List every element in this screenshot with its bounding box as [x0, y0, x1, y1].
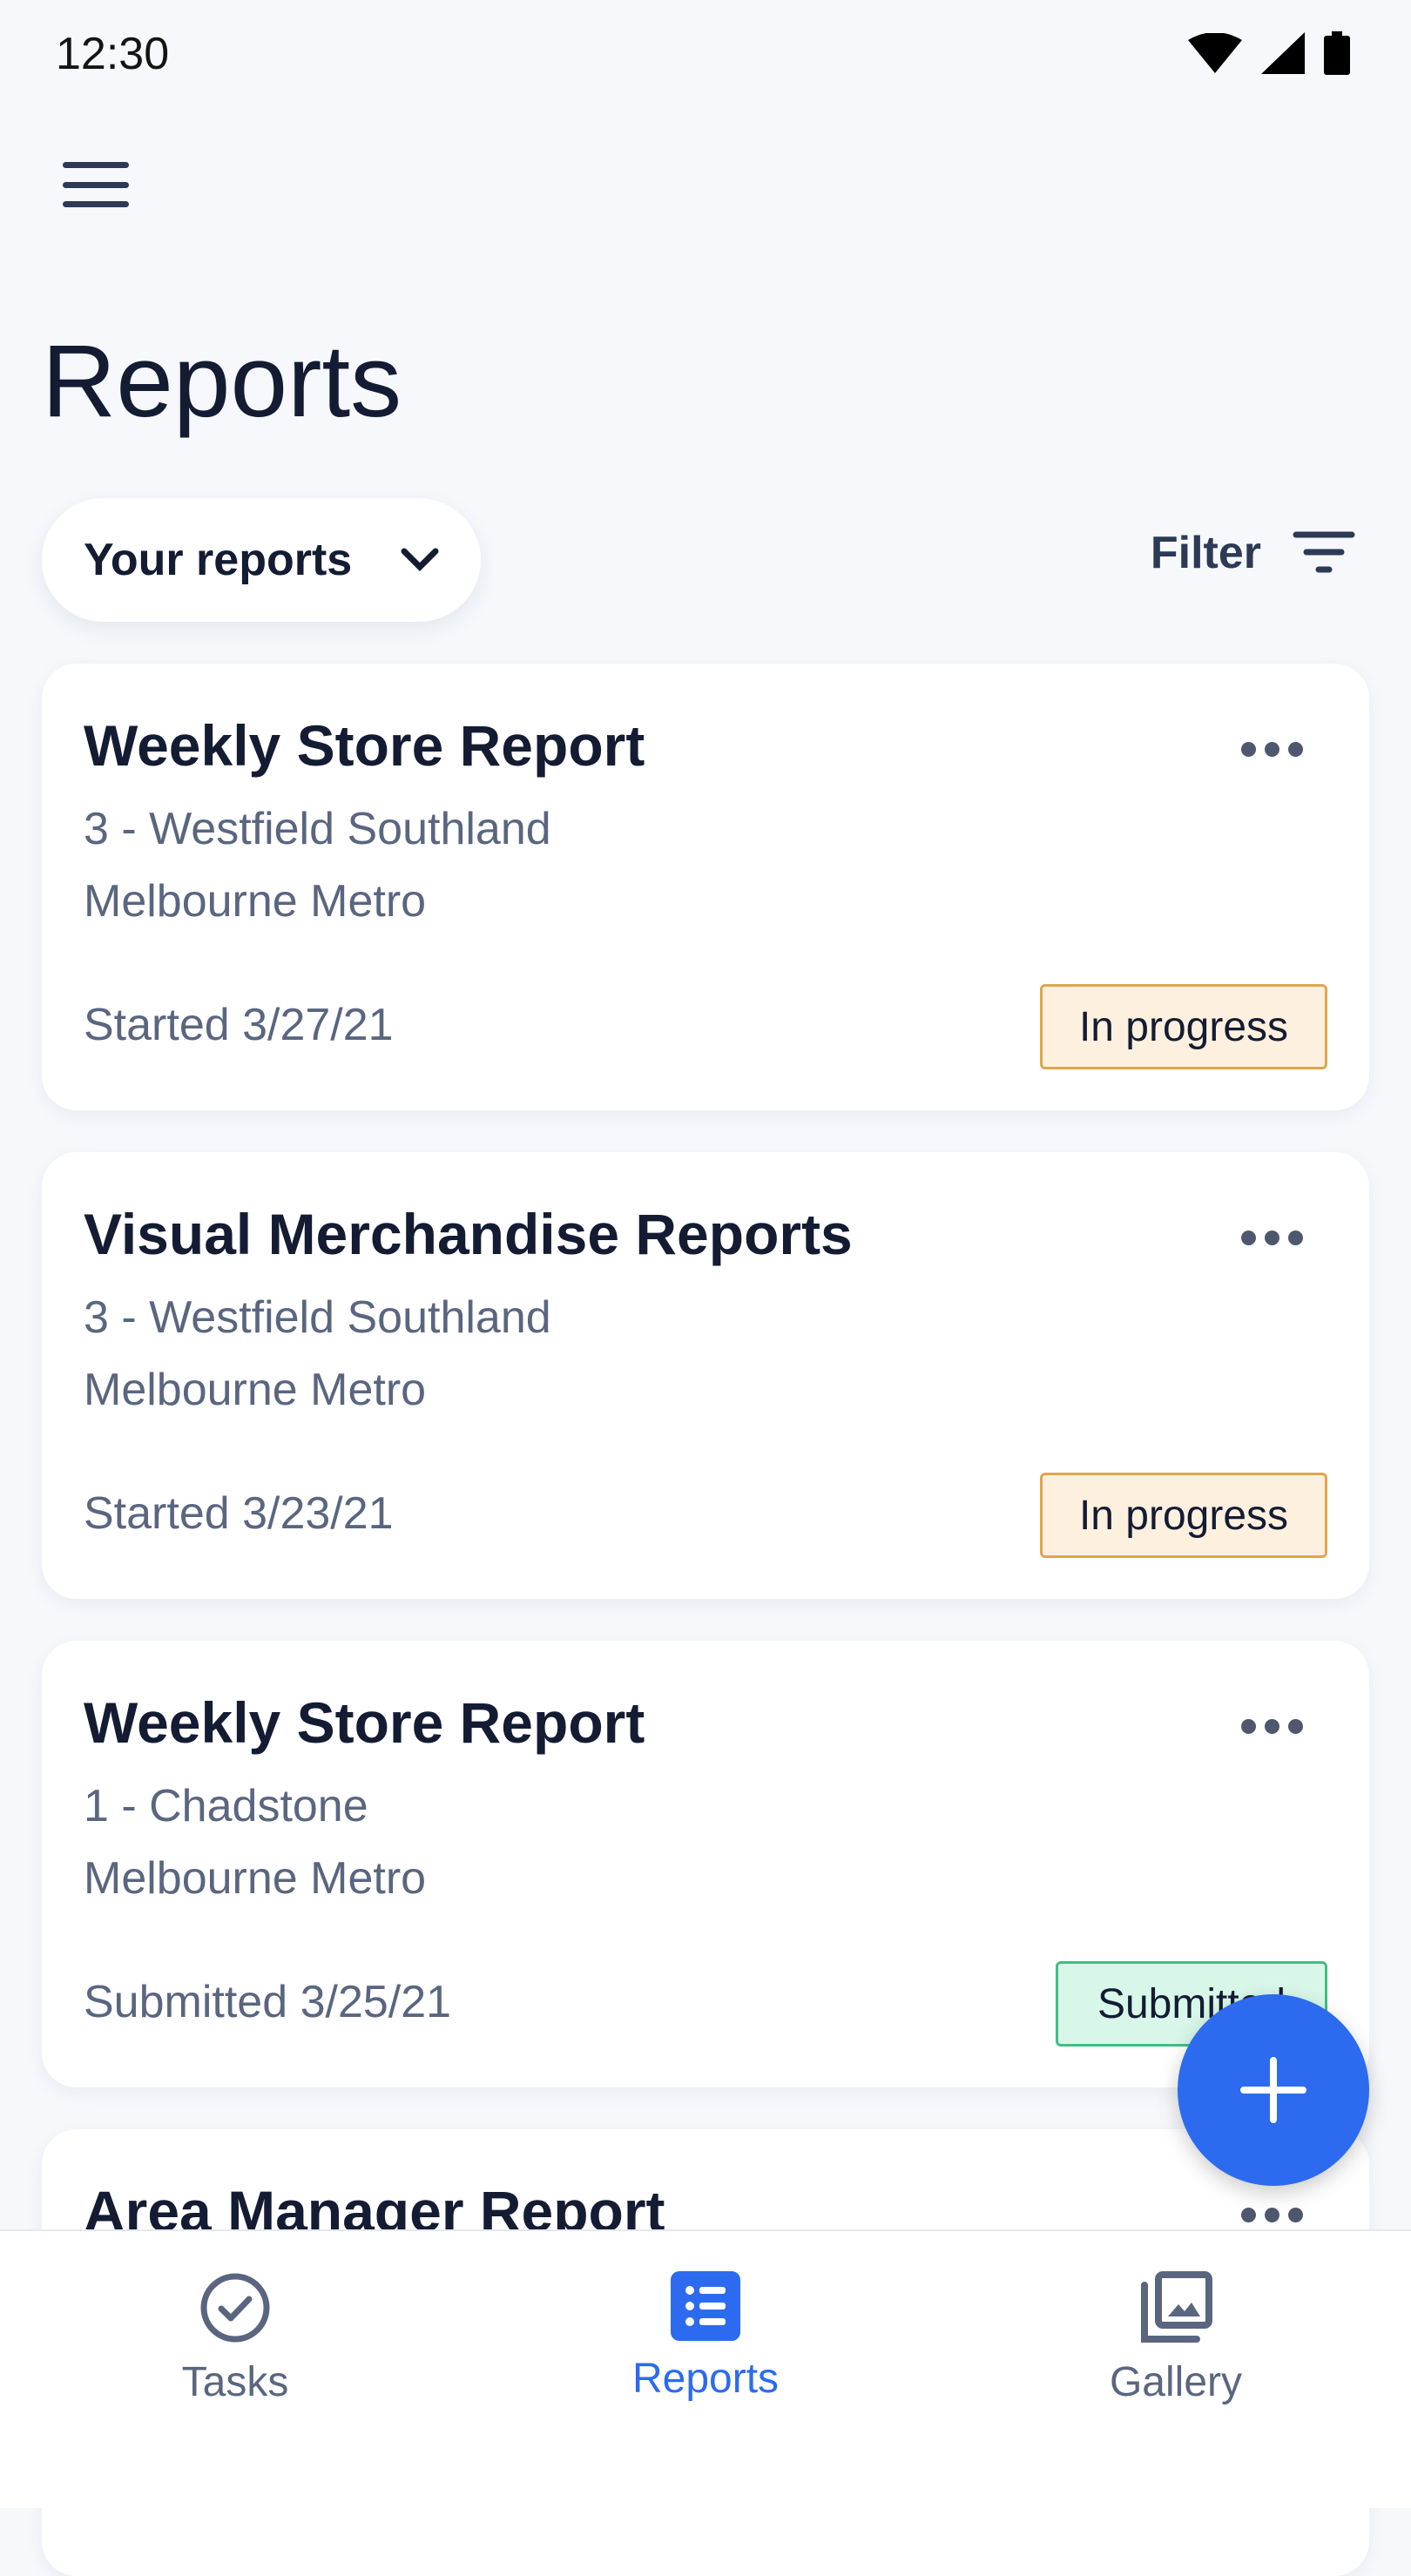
report-date: Started 3/23/21 [84, 1488, 394, 1539]
report-date: Submitted 3/25/21 [84, 1977, 452, 2027]
nav-label: Gallery [1109, 2359, 1243, 2405]
report-title: Weekly Store Report [84, 713, 645, 778]
report-region: Melbourne Metro [84, 1365, 427, 1415]
report-store: 3 - Westfield Southland [84, 1292, 551, 1343]
list-icon [671, 2271, 740, 2341]
status-badge: In progress [1040, 984, 1327, 1069]
nav-gallery[interactable]: Gallery [1045, 2271, 1306, 2406]
report-region: Melbourne Metro [84, 1853, 427, 1904]
filter-label: Filter [1150, 528, 1261, 578]
battery-icon [1324, 31, 1350, 75]
nav-tasks[interactable]: Tasks [105, 2271, 366, 2406]
bottom-navigation: Tasks Reports Gallery [0, 2229, 1411, 2508]
status-time: 12:30 [56, 29, 170, 79]
report-scope-dropdown[interactable]: Your reports [42, 498, 481, 622]
report-card[interactable]: Weekly Store Report 3 - Westfield Southl… [42, 664, 1369, 1110]
add-report-button[interactable] [1178, 1994, 1369, 2186]
more-options-icon[interactable] [1241, 1231, 1303, 1245]
nav-label: Reports [631, 2356, 780, 2402]
more-options-icon[interactable] [1241, 2208, 1303, 2222]
nav-reports[interactable]: Reports [575, 2271, 836, 2403]
more-options-icon[interactable] [1241, 1719, 1303, 1734]
signal-icon [1261, 32, 1305, 74]
hamburger-menu-icon[interactable] [63, 162, 129, 207]
filter-icon [1293, 531, 1355, 573]
check-circle-icon [200, 2273, 270, 2343]
dropdown-label: Your reports [84, 535, 353, 585]
report-store: 1 - Chadstone [84, 1781, 368, 1831]
chevron-down-icon [401, 548, 439, 571]
report-card[interactable]: Visual Merchandise Reports 3 - Westfield… [42, 1152, 1369, 1599]
status-badge: In progress [1040, 1473, 1327, 1558]
report-store: 3 - Westfield Southland [84, 804, 551, 854]
nav-label: Tasks [181, 2359, 289, 2405]
report-region: Melbourne Metro [84, 876, 427, 927]
status-icons [1188, 31, 1350, 75]
plus-icon [1240, 2057, 1306, 2123]
page-title: Reports [42, 324, 402, 439]
filter-button[interactable]: Filter [1151, 527, 1355, 579]
wifi-icon [1188, 33, 1242, 73]
report-title: Visual Merchandise Reports [84, 1202, 853, 1266]
report-date: Started 3/27/21 [84, 1000, 394, 1050]
report-card[interactable]: Weekly Store Report 1 - Chadstone Melbou… [42, 1641, 1369, 2087]
gallery-icon [1141, 2271, 1212, 2343]
report-title: Weekly Store Report [84, 1690, 645, 1755]
more-options-icon[interactable] [1241, 742, 1303, 757]
